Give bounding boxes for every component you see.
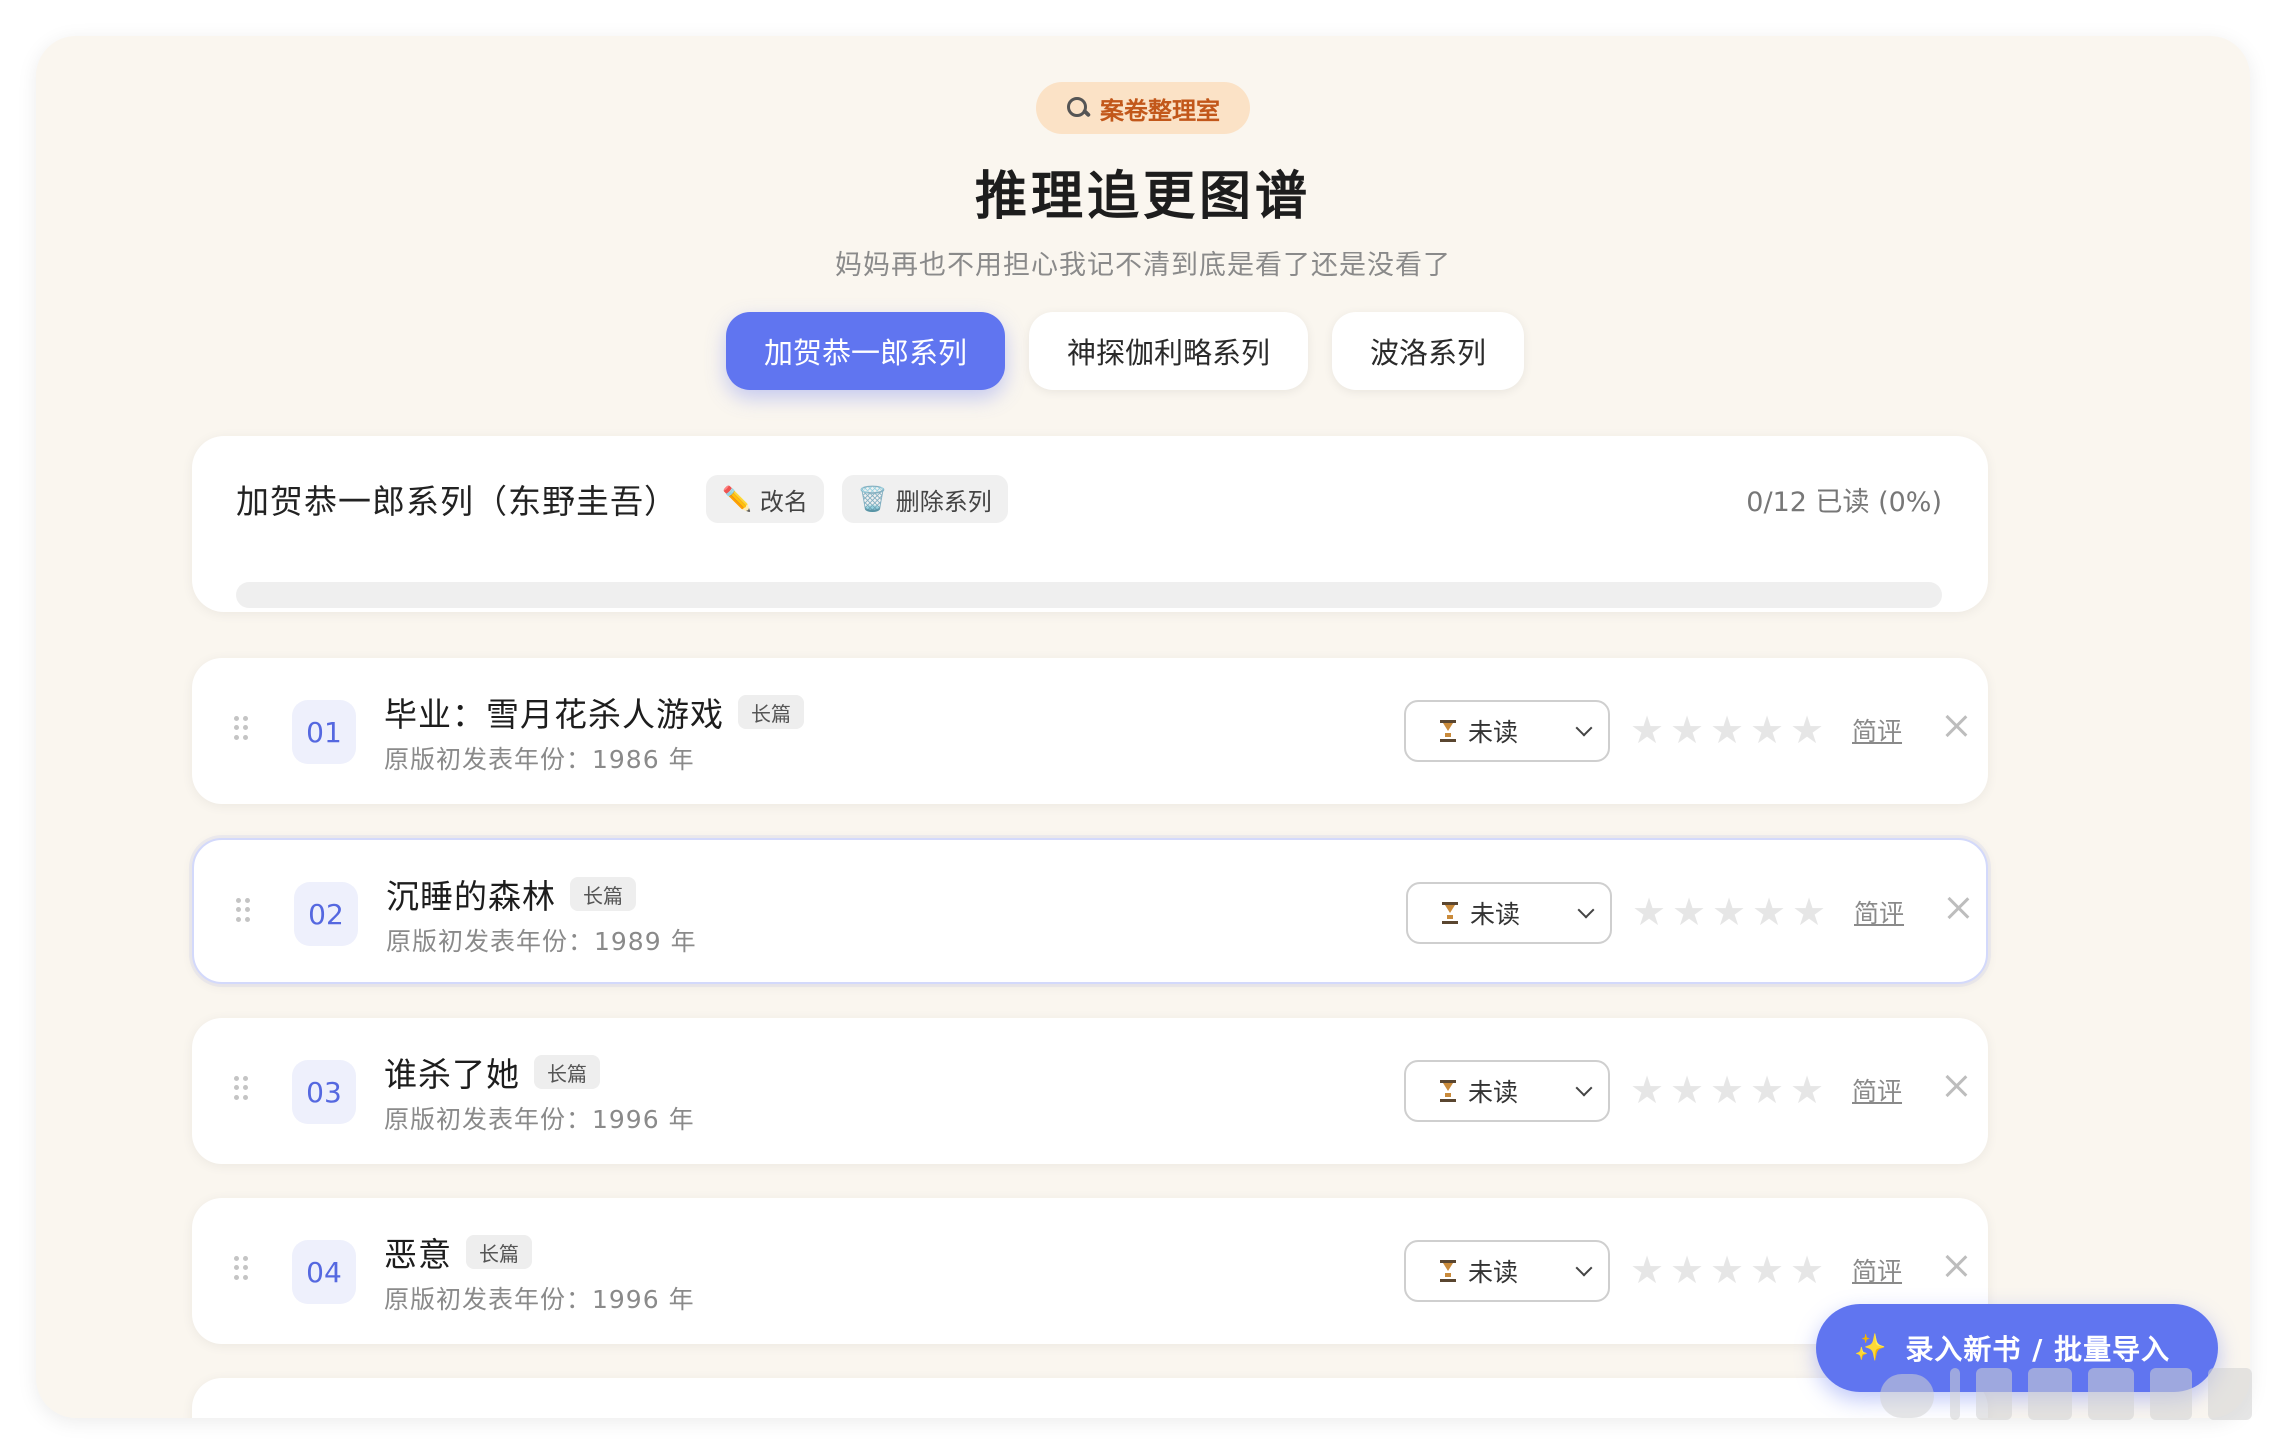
book-row-partial: [192, 1378, 1988, 1418]
progress-text: 0/12 已读 (0%): [1746, 486, 1942, 518]
book-type-tag: 长篇: [570, 877, 636, 911]
close-icon[interactable]: [1946, 896, 1970, 920]
star-icon[interactable]: ★: [1628, 1246, 1666, 1294]
drag-handle-icon[interactable]: [236, 898, 250, 922]
star-icon[interactable]: ★: [1788, 1066, 1826, 1114]
drag-handle-icon[interactable]: [234, 1076, 248, 1100]
status-value: 未读: [1468, 1078, 1519, 1107]
book-row: 01 毕业：雪月花杀人游戏 长篇 原版初发表年份：1986 年 未读 ★ ★ ★ ★ ★…: [192, 658, 1988, 804]
magnifier-icon: [1066, 96, 1090, 120]
book-title: 沉睡的森林: [386, 877, 556, 916]
star-rating[interactable]: ★ ★ ★ ★ ★: [1628, 706, 1826, 754]
series-tabs: 加贺恭一郎系列 神探伽利略系列 波洛系列: [36, 312, 2232, 390]
book-title: 毕业：雪月花杀人游戏: [384, 695, 724, 734]
chevron-down-icon: [1575, 1259, 1593, 1277]
review-link[interactable]: 简评: [1852, 1252, 1902, 1288]
delete-series-button[interactable]: 🗑️ 删除系列: [841, 475, 1008, 523]
badge-label: 案卷整理室: [1100, 96, 1220, 125]
book-type-tag: 长篇: [738, 695, 804, 729]
book-row: 03 谁杀了她 长篇 原版初发表年份：1996 年 未读 ★ ★ ★ ★ ★ 简评: [192, 1018, 1988, 1164]
delete-series-label: 删除系列: [895, 487, 992, 516]
close-icon[interactable]: [1944, 714, 1968, 738]
watermark-logo: [1880, 1362, 2270, 1428]
close-icon[interactable]: [1944, 1254, 1968, 1278]
star-icon[interactable]: ★: [1748, 706, 1786, 754]
tab-kaga-series[interactable]: 加贺恭一郎系列: [725, 312, 1005, 390]
star-icon[interactable]: ★: [1710, 888, 1748, 936]
page-title: 推理追更图谱: [974, 167, 1311, 227]
hourglass-icon: [1440, 1080, 1456, 1102]
star-icon[interactable]: ★: [1628, 1066, 1666, 1114]
hourglass-icon: [1442, 902, 1458, 924]
book-year: 原版初发表年份：1989 年: [386, 927, 697, 956]
status-value: 未读: [1468, 718, 1519, 747]
book-row: 02 沉睡的森林 长篇 原版初发表年份：1989 年 未读 ★ ★ ★ ★ ★ 简评: [192, 838, 1988, 984]
pencil-icon: ✏️: [722, 485, 752, 513]
book-type-tag: 长篇: [534, 1055, 600, 1089]
chevron-down-icon: [1575, 719, 1593, 737]
section-badge: 案卷整理室: [1036, 82, 1250, 134]
star-icon[interactable]: ★: [1708, 706, 1746, 754]
hourglass-icon: [1440, 720, 1456, 742]
star-icon[interactable]: ★: [1790, 888, 1828, 936]
star-icon[interactable]: ★: [1668, 1246, 1706, 1294]
review-link[interactable]: 简评: [1852, 1072, 1902, 1108]
status-select[interactable]: 未读: [1406, 882, 1612, 944]
star-icon[interactable]: ★: [1630, 888, 1668, 936]
chevron-down-icon: [1577, 901, 1595, 919]
star-icon[interactable]: ★: [1750, 888, 1788, 936]
chevron-down-icon: [1575, 1079, 1593, 1097]
star-icon[interactable]: ★: [1670, 888, 1708, 936]
status-value: 未读: [1468, 1258, 1519, 1287]
star-icon[interactable]: ★: [1708, 1246, 1746, 1294]
book-title: 谁杀了她: [384, 1055, 520, 1094]
status-select[interactable]: 未读: [1404, 700, 1610, 762]
rename-label: 改名: [759, 487, 808, 516]
book-row: 04 恶意 长篇 原版初发表年份：1996 年 未读 ★ ★ ★ ★ ★ 简评: [192, 1198, 1988, 1344]
book-title: 恶意: [384, 1235, 452, 1274]
status-select[interactable]: 未读: [1404, 1060, 1610, 1122]
book-number: 03: [292, 1060, 356, 1124]
rename-button[interactable]: ✏️ 改名: [706, 475, 824, 523]
book-number: 02: [294, 882, 358, 946]
tab-galileo-series[interactable]: 神探伽利略系列: [1028, 312, 1308, 390]
star-rating[interactable]: ★ ★ ★ ★ ★: [1630, 888, 1828, 936]
drag-handle-icon[interactable]: [234, 1256, 248, 1280]
page-subtitle: 妈妈再也不用担心我记不清到底是看了还是没看了: [835, 250, 1451, 281]
book-year: 原版初发表年份：1996 年: [384, 1105, 695, 1134]
progress-bar: [236, 582, 1942, 608]
status-select[interactable]: 未读: [1404, 1240, 1610, 1302]
book-type-tag: 长篇: [466, 1235, 532, 1269]
page-header: 案卷整理室 推理追更图谱 妈妈再也不用担心我记不清到底是看了还是没看了: [36, 36, 2250, 282]
series-summary-card: 加贺恭一郎系列（东野圭吾） ✏️ 改名 🗑️ 删除系列 0/12 已读 (0%): [192, 436, 1988, 612]
star-rating[interactable]: ★ ★ ★ ★ ★: [1628, 1066, 1826, 1114]
star-icon[interactable]: ★: [1668, 1066, 1706, 1114]
star-icon[interactable]: ★: [1788, 1246, 1826, 1294]
trash-icon: 🗑️: [857, 485, 888, 513]
star-icon[interactable]: ★: [1668, 706, 1706, 754]
review-link[interactable]: 简评: [1852, 712, 1902, 748]
book-year: 原版初发表年份：1996 年: [384, 1285, 695, 1314]
review-link[interactable]: 简评: [1854, 894, 1904, 930]
app-window: 案卷整理室 推理追更图谱 妈妈再也不用担心我记不清到底是看了还是没看了 加贺恭一…: [36, 36, 2250, 1418]
book-number: 01: [292, 700, 356, 764]
sparkle-icon: ✨: [1854, 1333, 1888, 1363]
book-number: 04: [292, 1240, 356, 1304]
star-icon[interactable]: ★: [1748, 1246, 1786, 1294]
tab-poirot-series[interactable]: 波洛系列: [1332, 312, 1525, 390]
status-value: 未读: [1470, 900, 1521, 929]
hourglass-icon: [1440, 1260, 1456, 1282]
star-icon[interactable]: ★: [1708, 1066, 1746, 1114]
star-icon[interactable]: ★: [1628, 706, 1666, 754]
book-year: 原版初发表年份：1986 年: [384, 745, 695, 774]
drag-handle-icon[interactable]: [234, 716, 248, 740]
star-icon[interactable]: ★: [1788, 706, 1826, 754]
close-icon[interactable]: [1944, 1074, 1968, 1098]
series-name: 加贺恭一郎系列（东野圭吾）: [236, 482, 678, 521]
star-icon[interactable]: ★: [1748, 1066, 1786, 1114]
star-rating[interactable]: ★ ★ ★ ★ ★: [1628, 1246, 1826, 1294]
